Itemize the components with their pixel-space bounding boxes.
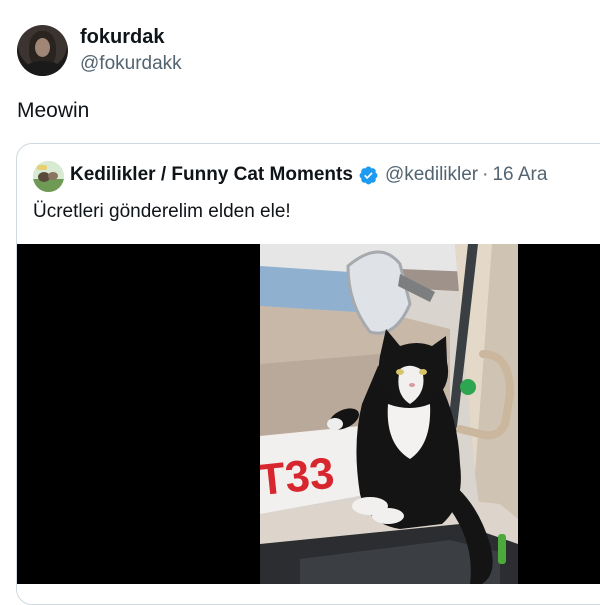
tweet-author-name[interactable]: fokurdak <box>80 26 164 49</box>
quoted-tweet-date[interactable]: 16 Ara <box>492 164 547 186</box>
quoted-author-name[interactable]: Kedilikler / Funny Cat Moments <box>70 164 353 186</box>
video-frame[interactable]: T33 <box>260 244 518 584</box>
quoted-tweet-video[interactable]: T33 <box>17 244 600 584</box>
quoted-tweet-card[interactable]: Kedilikler / Funny Cat Moments @kedilikl… <box>16 143 600 605</box>
tweet-author-avatar[interactable] <box>17 25 68 76</box>
quoted-author-handle[interactable]: @kedilikler <box>385 164 478 186</box>
tweet-text: Meowin <box>17 99 90 122</box>
video-sign-text: T33 <box>260 449 336 506</box>
quoted-author-avatar[interactable] <box>33 161 64 192</box>
tweet-author-handle[interactable]: @fokurdakk <box>80 53 182 75</box>
verified-badge-icon <box>358 165 379 186</box>
separator-dot: · <box>482 164 489 185</box>
quoted-tweet-text: Ücretleri gönderelim elden ele! <box>33 201 291 222</box>
